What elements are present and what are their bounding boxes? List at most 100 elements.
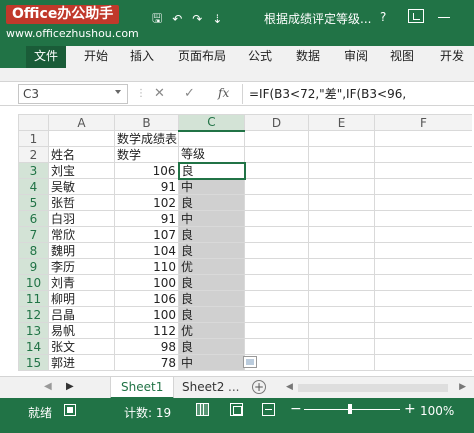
- next-sheet-icon[interactable]: ▶: [66, 381, 74, 392]
- grade-cell[interactable]: 良: [178, 306, 245, 323]
- header-cell[interactable]: [178, 130, 245, 147]
- quick-analysis-icon[interactable]: [243, 356, 257, 368]
- row-header[interactable]: 4: [18, 178, 49, 195]
- zoom-in-button[interactable]: +: [404, 401, 416, 417]
- row-header[interactable]: 14: [18, 338, 49, 355]
- empty-cell[interactable]: [374, 354, 472, 371]
- empty-cell[interactable]: [244, 130, 309, 147]
- sheet-tab-sheet2[interactable]: Sheet2: [172, 377, 234, 399]
- grade-cell[interactable]: 优: [178, 322, 245, 339]
- tab-ribbon-6[interactable]: 审阅: [344, 46, 368, 68]
- empty-cell[interactable]: [374, 130, 472, 147]
- empty-cell[interactable]: [308, 322, 375, 339]
- empty-cell[interactable]: [244, 146, 309, 163]
- empty-cell[interactable]: [308, 146, 375, 163]
- score-cell[interactable]: 107: [114, 226, 179, 243]
- row-header[interactable]: 1: [18, 130, 49, 147]
- empty-cell[interactable]: [308, 194, 375, 211]
- name-cell[interactable]: 吴敏: [48, 178, 115, 195]
- empty-cell[interactable]: [374, 322, 472, 339]
- score-cell[interactable]: 112: [114, 322, 179, 339]
- name-cell[interactable]: 刘青: [48, 274, 115, 291]
- grade-cell[interactable]: 良: [178, 226, 245, 243]
- tab-file[interactable]: 文件: [26, 46, 67, 68]
- empty-cell[interactable]: [374, 258, 472, 275]
- scroll-right-icon[interactable]: ▶: [459, 382, 466, 392]
- name-cell[interactable]: 魏明: [48, 242, 115, 259]
- row-header[interactable]: 11: [18, 290, 49, 307]
- save-icon[interactable]: 🖫: [152, 9, 162, 30]
- empty-cell[interactable]: [374, 194, 472, 211]
- header-cell[interactable]: 姓名: [48, 146, 115, 163]
- header-cell[interactable]: 等级: [178, 146, 245, 163]
- name-cell[interactable]: 刘宝: [48, 162, 115, 179]
- score-cell[interactable]: 98: [114, 338, 179, 355]
- empty-cell[interactable]: [374, 178, 472, 195]
- empty-cell[interactable]: [244, 290, 309, 307]
- name-cell[interactable]: 张文: [48, 338, 115, 355]
- redo-icon[interactable]: ↷: [192, 12, 202, 26]
- empty-cell[interactable]: [308, 226, 375, 243]
- sheet-tab-sheet1[interactable]: Sheet1: [110, 377, 175, 399]
- empty-cell[interactable]: [374, 162, 472, 179]
- empty-cell[interactable]: [374, 210, 472, 227]
- score-cell[interactable]: 78: [114, 354, 179, 371]
- macro-record-icon[interactable]: [64, 404, 76, 416]
- undo-icon[interactable]: ↶: [172, 12, 182, 26]
- empty-cell[interactable]: [244, 210, 309, 227]
- insert-function-icon[interactable]: fx: [218, 86, 229, 100]
- score-cell[interactable]: 102: [114, 194, 179, 211]
- grade-cell[interactable]: 良: [177, 161, 246, 180]
- cancel-icon[interactable]: ✕: [154, 86, 165, 101]
- empty-cell[interactable]: [374, 242, 472, 259]
- empty-cell[interactable]: [308, 354, 375, 371]
- header-cell[interactable]: 数学: [114, 146, 179, 163]
- zoom-out-button[interactable]: −: [290, 401, 302, 417]
- grade-cell[interactable]: 良: [178, 242, 245, 259]
- page-layout-view-icon[interactable]: [230, 403, 243, 416]
- grade-cell[interactable]: 良: [178, 274, 245, 291]
- grade-cell[interactable]: 良: [178, 194, 245, 211]
- select-all-corner[interactable]: [18, 114, 49, 131]
- name-cell[interactable]: 张哲: [48, 194, 115, 211]
- chevron-down-icon[interactable]: [115, 90, 121, 94]
- name-box[interactable]: C3: [18, 84, 128, 104]
- tab-ribbon-8[interactable]: 开发: [440, 46, 464, 68]
- empty-cell[interactable]: [244, 194, 309, 211]
- column-header-f[interactable]: F: [374, 114, 472, 131]
- empty-cell[interactable]: [308, 258, 375, 275]
- score-cell[interactable]: 104: [114, 242, 179, 259]
- column-header-e[interactable]: E: [308, 114, 375, 131]
- zoom-level[interactable]: 100%: [420, 404, 454, 418]
- header-cell[interactable]: [48, 130, 115, 147]
- score-cell[interactable]: 110: [114, 258, 179, 275]
- empty-cell[interactable]: [244, 258, 309, 275]
- empty-cell[interactable]: [308, 338, 375, 355]
- more-sheets-button[interactable]: ...: [228, 380, 239, 394]
- empty-cell[interactable]: [374, 290, 472, 307]
- help-button[interactable]: ?: [380, 10, 386, 24]
- empty-cell[interactable]: [374, 146, 472, 163]
- grade-cell[interactable]: 中: [178, 178, 245, 195]
- zoom-slider[interactable]: [304, 409, 400, 410]
- row-header[interactable]: 12: [18, 306, 49, 323]
- tab-ribbon-1[interactable]: 开始: [84, 46, 108, 68]
- enter-icon[interactable]: ✓: [184, 86, 195, 101]
- name-cell[interactable]: 吕晶: [48, 306, 115, 323]
- name-cell[interactable]: 李历: [48, 258, 115, 275]
- name-cell[interactable]: 常欣: [48, 226, 115, 243]
- empty-cell[interactable]: [308, 290, 375, 307]
- normal-view-icon[interactable]: [196, 403, 209, 416]
- empty-cell[interactable]: [244, 226, 309, 243]
- tab-ribbon-4[interactable]: 公式: [248, 46, 272, 68]
- add-sheet-button[interactable]: +: [252, 380, 266, 394]
- empty-cell[interactable]: [308, 178, 375, 195]
- row-header[interactable]: 13: [18, 322, 49, 339]
- row-header[interactable]: 5: [18, 194, 49, 211]
- grade-cell[interactable]: 中: [178, 354, 245, 371]
- name-cell[interactable]: 柳明: [48, 290, 115, 307]
- name-cell[interactable]: 郭进: [48, 354, 115, 371]
- tab-ribbon-2[interactable]: 插入: [130, 46, 154, 68]
- score-cell[interactable]: 100: [114, 306, 179, 323]
- formula-bar-grip[interactable]: ⋮: [136, 88, 146, 99]
